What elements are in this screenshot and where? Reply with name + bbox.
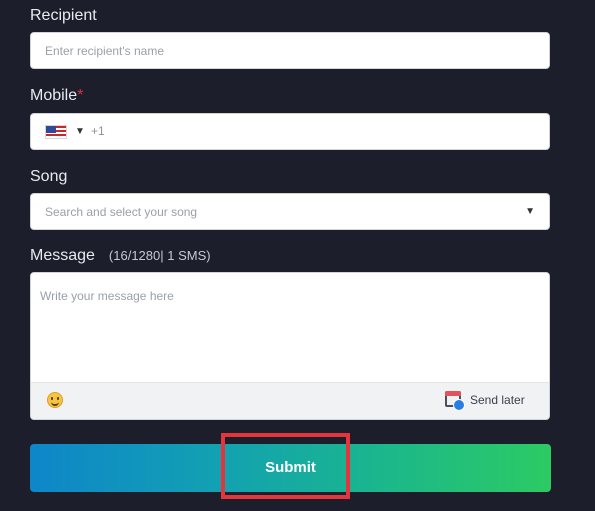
message-toolbar: Send later [31,382,549,419]
song-label: Song [30,168,68,185]
submit-label: Submit [265,459,316,476]
chevron-down-icon: ▼ [525,206,535,217]
us-flag-icon [45,125,67,139]
song-placeholder: Search and select your song [45,205,198,219]
chevron-down-icon: ▼ [75,126,85,137]
recipient-placeholder: Enter recipient's name [45,44,165,58]
mobile-label-text: Mobile [30,87,78,104]
mobile-label: Mobile* [30,87,83,105]
message-placeholder: Write your message here [40,289,174,303]
mobile-input[interactable]: ▼ +1 [30,113,550,150]
required-marker: * [77,87,84,104]
country-selector[interactable]: ▼ [31,114,89,149]
message-counter: (16/1280| 1 SMS) [108,248,211,263]
calendar-clock-icon[interactable] [445,391,465,411]
send-later-button[interactable]: Send later [470,393,525,407]
recipient-input[interactable]: Enter recipient's name [30,32,550,69]
submit-button[interactable]: Submit [30,444,551,492]
country-code: +1 [91,124,105,138]
message-label-row: Message (16/1280| 1 SMS) [30,247,211,265]
recipient-label: Recipient [30,7,97,24]
message-textarea[interactable]: Write your message here Send later [30,272,550,420]
song-select[interactable]: Search and select your song ▼ [30,193,550,230]
message-label: Message [30,247,95,264]
emoji-icon[interactable] [47,392,63,408]
